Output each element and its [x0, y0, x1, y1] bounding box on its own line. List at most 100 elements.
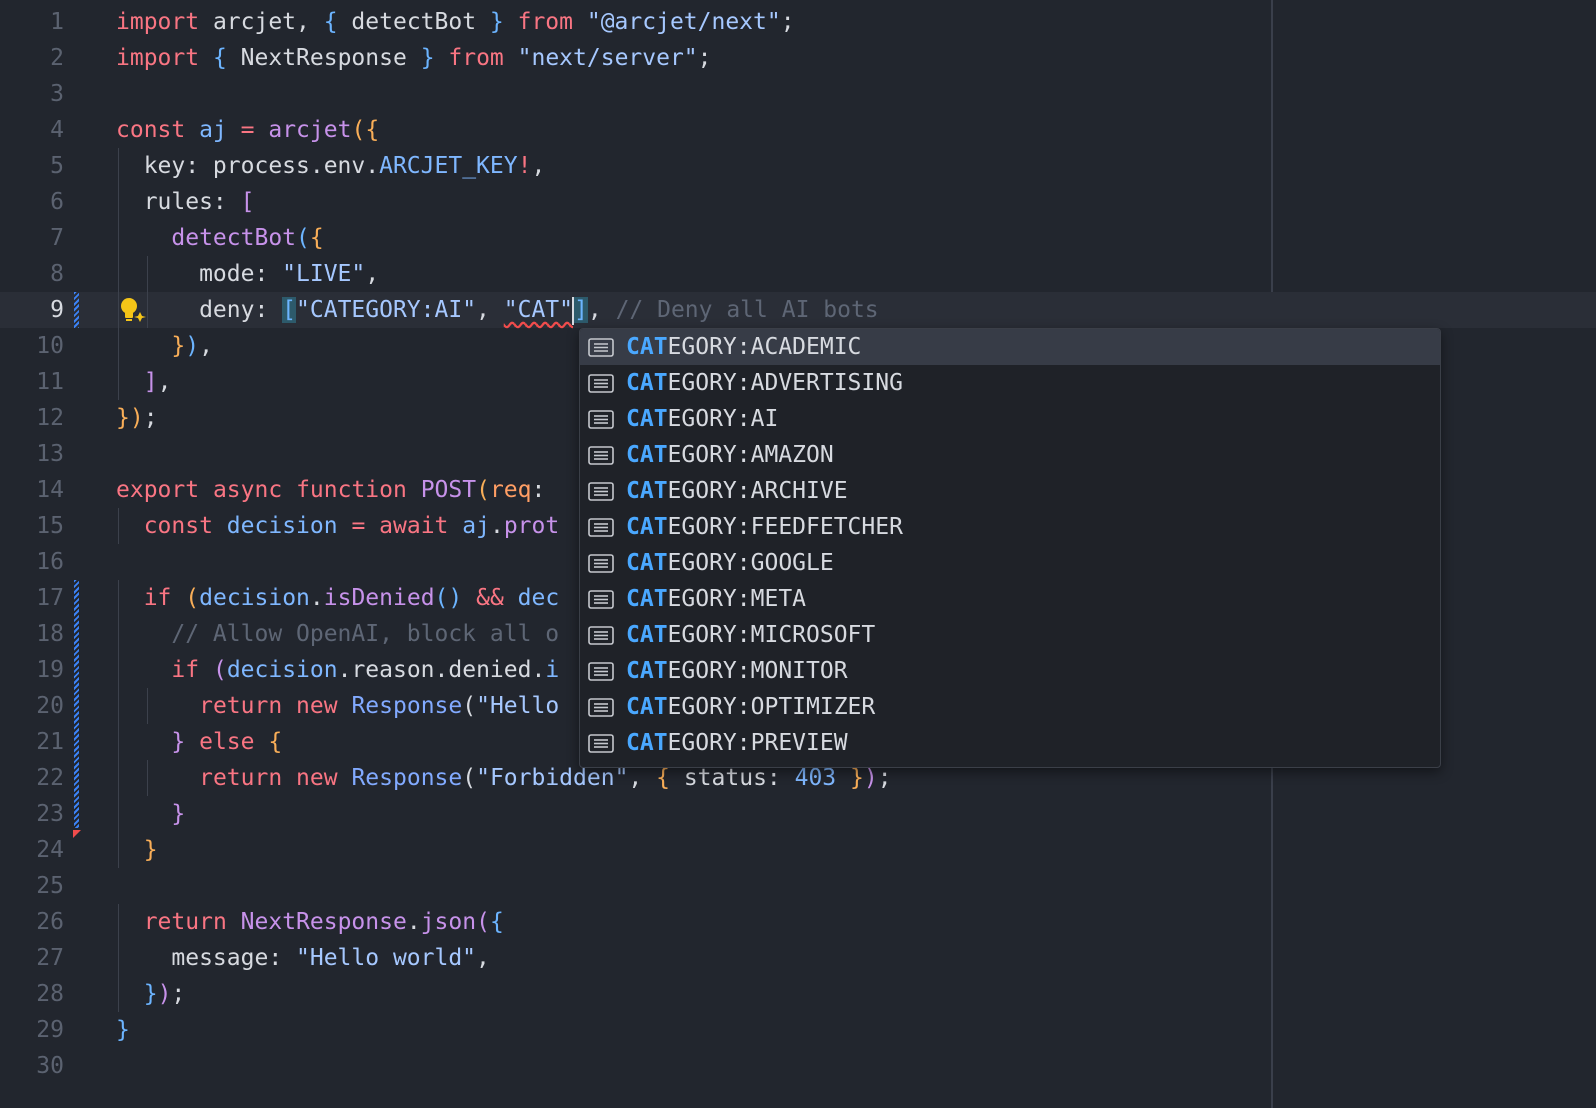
code-token: from [503, 9, 587, 35]
code-line[interactable]: 2 import { NextResponse } from "next/serv… [0, 40, 1596, 76]
line-code[interactable]: } [116, 832, 158, 868]
lightbulb-icon[interactable] [118, 296, 148, 324]
code-token: ! [517, 153, 532, 179]
line-number: 4 [50, 117, 64, 143]
suggestion-widget[interactable]: CATEGORY:ACADEMIC CATEGORY:ADVERTISING CAT… [579, 328, 1441, 768]
code-token: ( [476, 477, 490, 503]
line-code[interactable]: const decision = await aj.prot [116, 508, 560, 544]
line-code[interactable]: }); [116, 976, 186, 1012]
code-token: message: [116, 945, 297, 971]
code-line[interactable]: 9 deny: ["CATEGORY:AI", "CAT"], // Deny … [0, 292, 1596, 328]
line-code[interactable]: if (decision.reason.denied.i [116, 652, 559, 688]
line-code[interactable]: import arcjet, { detectBot } from "@arcj… [116, 4, 795, 40]
line-code[interactable]: }), [116, 328, 213, 364]
code-token: ; [697, 45, 712, 71]
suggestion-item[interactable]: CATEGORY:META [580, 581, 1440, 617]
code-line[interactable]: 4 const aj = arcjet({ [0, 112, 1596, 148]
suggestion-match-highlight: CAT [626, 622, 668, 648]
line-code[interactable]: } [116, 1012, 130, 1048]
line-code[interactable]: key: process.env.ARCJET_KEY!, [116, 148, 546, 184]
code-token: [ [240, 189, 255, 215]
line-code[interactable]: deny: ["CATEGORY:AI", "CAT"], // Deny al… [116, 292, 879, 328]
code-line[interactable]: 7 detectBot({ [0, 220, 1596, 256]
code-line[interactable]: 8 mode: "LIVE", [0, 256, 1596, 292]
line-code[interactable]: import { NextResponse } from "next/serve… [116, 40, 712, 76]
suggestion-item[interactable]: CATEGORY:PREVIEW [580, 725, 1440, 761]
code-token: } [143, 837, 158, 863]
line-code[interactable]: export async function POST(req: [116, 472, 559, 508]
code-token: ) [129, 405, 144, 431]
code-line[interactable]: 27 message: "Hello world", [0, 940, 1596, 976]
code-line[interactable]: 29} [0, 1012, 1596, 1048]
code-token: detectBot [171, 225, 297, 251]
suggestion-item[interactable]: CATEGORY:AMAZON [580, 437, 1440, 473]
code-token: new [296, 765, 338, 791]
line-code[interactable]: const aj = arcjet({ [116, 112, 379, 148]
modified-line-marker[interactable] [74, 292, 79, 328]
line-code[interactable]: }); [116, 400, 158, 436]
code-line[interactable]: 1 import arcjet, { detectBot } from "@arc… [0, 4, 1596, 40]
code-token: key: process.env. [116, 153, 380, 179]
line-code[interactable]: if (decision.isDenied() && dec [116, 580, 560, 616]
code-token: , [587, 297, 616, 323]
code-token: return [199, 765, 283, 791]
code-token: , [157, 369, 172, 395]
suggestion-item[interactable]: CATEGORY:OPTIMIZER [580, 689, 1440, 725]
code-line[interactable]: 5 key: process.env.ARCJET_KEY!, [0, 148, 1596, 184]
code-token: isDenied [323, 585, 435, 611]
code-line[interactable]: 28 }); [0, 976, 1596, 1012]
suggestion-item[interactable]: CATEGORY:ARCHIVE [580, 473, 1440, 509]
line-number: 8 [50, 261, 64, 287]
code-line[interactable]: 6 rules: [ [0, 184, 1596, 220]
code-token: } [171, 729, 186, 755]
line-number: 25 [36, 873, 64, 899]
code-token: new [296, 693, 338, 719]
code-token: await [379, 513, 449, 539]
code-line[interactable]: 23 } [0, 796, 1596, 832]
suggestion-item[interactable]: CATEGORY:ACADEMIC [580, 329, 1440, 365]
line-code[interactable]: mode: "LIVE", [116, 256, 379, 292]
line-code[interactable]: rules: [ [116, 184, 255, 220]
code-token: ] [574, 297, 588, 323]
code-token: "@arcjet/next" [586, 9, 781, 35]
line-number: 10 [36, 333, 64, 359]
line-number: 30 [36, 1053, 64, 1079]
suggestion-item[interactable]: CATEGORY:AI [580, 401, 1440, 437]
code-editor[interactable]: 1 import arcjet, { detectBot } from "@arc… [0, 0, 1596, 1108]
suggestion-item[interactable]: CATEGORY:MICROSOFT [580, 617, 1440, 653]
suggestion-item[interactable]: CATEGORY:ADVERTISING [580, 365, 1440, 401]
line-code[interactable]: detectBot({ [116, 220, 323, 256]
code-token: ARCJET_KEY [379, 153, 518, 179]
code-token: ( [185, 585, 200, 611]
code-line[interactable]: 30 [0, 1048, 1596, 1084]
text-icon [588, 590, 614, 609]
suggestion-label: CATEGORY:MONITOR [626, 658, 848, 684]
code-token: "LIVE" [282, 261, 366, 287]
code-line[interactable]: 24 } [0, 832, 1596, 868]
modified-line-marker[interactable] [74, 580, 79, 828]
code-line[interactable]: 26 return NextResponse.json({ [0, 904, 1596, 940]
line-code[interactable]: return NextResponse.json({ [116, 904, 504, 940]
code-line[interactable]: 3 [0, 76, 1596, 112]
suggestion-item[interactable]: CATEGORY:MONITOR [580, 653, 1440, 689]
code-line[interactable]: 25 [0, 868, 1596, 904]
code-token: decision [212, 513, 352, 539]
line-code[interactable]: return new Response("Hello [116, 688, 559, 724]
line-number: 22 [36, 765, 64, 791]
line-code[interactable]: message: "Hello world", [116, 940, 490, 976]
line-code[interactable]: } else { [116, 724, 282, 760]
suggestion-item[interactable]: CATEGORY:GOOGLE [580, 545, 1440, 581]
text-icon [588, 554, 614, 573]
line-code[interactable]: } [116, 796, 185, 832]
line-code[interactable]: ], [116, 364, 172, 400]
deleted-line-marker[interactable] [73, 830, 81, 838]
line-code[interactable]: // Allow OpenAI, block all o [116, 616, 559, 652]
suggestion-item[interactable]: CATEGORY:FEEDFETCHER [580, 509, 1440, 545]
